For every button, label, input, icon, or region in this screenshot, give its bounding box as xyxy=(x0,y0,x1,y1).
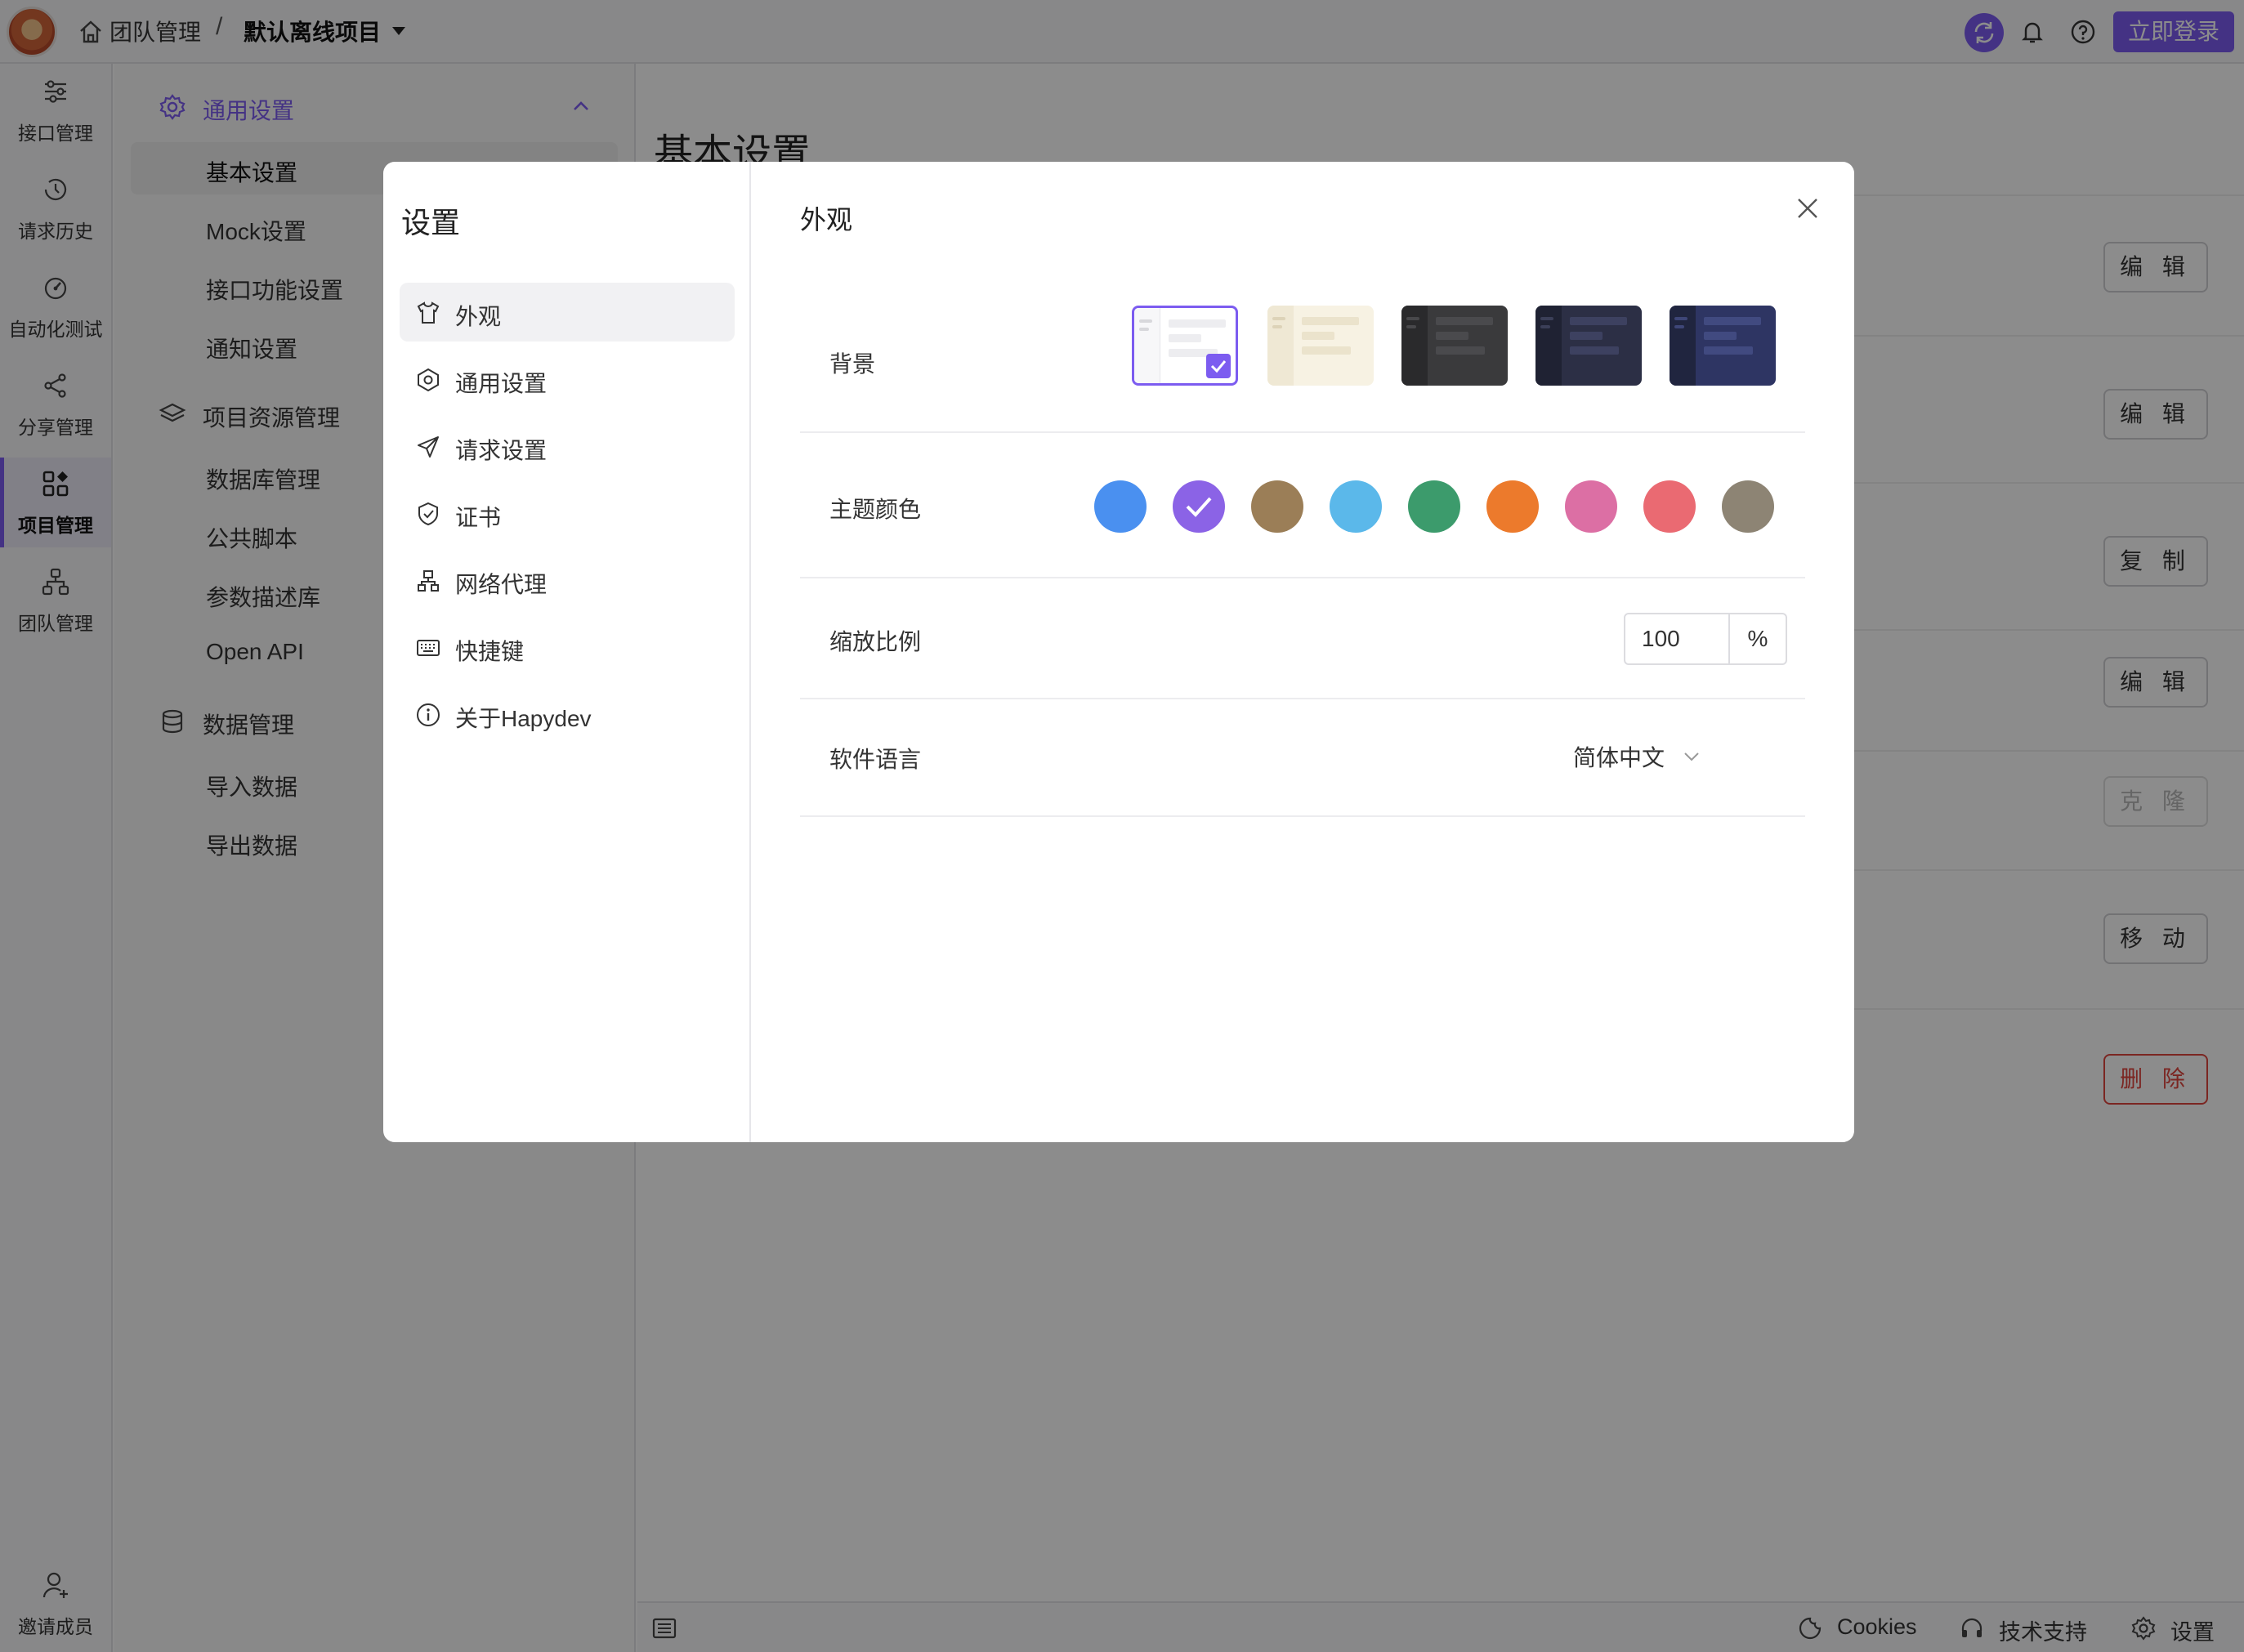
theme-color-option[interactable] xyxy=(1094,480,1147,533)
menu-item-about[interactable]: 关于Hapydev xyxy=(400,685,735,743)
settings-dialog: 设置 外观 通用设置 请求设置 证书 网络代理 快捷键 关于Hapydev 外观… xyxy=(383,162,1854,1142)
menu-label: 通用设置 xyxy=(455,371,548,396)
menu-label: 证书 xyxy=(455,505,502,530)
language-value: 简体中文 xyxy=(1573,745,1665,770)
check-icon xyxy=(1186,497,1212,517)
send-icon xyxy=(416,435,440,459)
menu-item-proxy[interactable]: 网络代理 xyxy=(400,551,735,609)
zoom-input-group: 100 % xyxy=(1624,613,1787,665)
settings-menu: 设置 外观 通用设置 请求设置 证书 网络代理 快捷键 关于Hapydev xyxy=(383,162,751,1142)
background-label: 背景 xyxy=(829,351,876,377)
menu-label: 快捷键 xyxy=(455,639,525,664)
zoom-input[interactable]: 100 xyxy=(1625,614,1728,663)
menu-label: 外观 xyxy=(455,304,502,329)
menu-item-general[interactable]: 通用设置 xyxy=(400,350,735,409)
menu-label: 请求设置 xyxy=(455,438,548,463)
theme-color-option[interactable] xyxy=(1486,480,1539,533)
section-title: 外观 xyxy=(800,205,853,234)
zoom-label: 缩放比例 xyxy=(829,629,922,654)
background-option-light[interactable] xyxy=(1132,306,1238,386)
menu-item-request[interactable]: 请求设置 xyxy=(400,417,735,476)
info-icon xyxy=(416,703,440,727)
theme-color-option[interactable] xyxy=(1251,480,1303,533)
theme-color-option[interactable] xyxy=(1408,480,1460,533)
background-option-cream[interactable] xyxy=(1267,306,1374,386)
theme-color-option[interactable] xyxy=(1173,480,1225,533)
background-option-dark[interactable] xyxy=(1401,306,1508,386)
dialog-title: 设置 xyxy=(401,206,461,239)
keyboard-icon xyxy=(416,636,440,660)
language-label: 软件语言 xyxy=(829,747,922,772)
shirt-icon xyxy=(416,301,440,325)
menu-item-certificate[interactable]: 证书 xyxy=(400,484,735,542)
appearance-panel: 外观 背景 主题颜色 缩放比例 100 % 软件语言 简体中文 xyxy=(751,162,1854,1142)
menu-item-shortcuts[interactable]: 快捷键 xyxy=(400,618,735,676)
menu-item-appearance[interactable]: 外观 xyxy=(400,283,735,342)
menu-label: 网络代理 xyxy=(455,572,548,597)
close-icon[interactable] xyxy=(1794,194,1822,222)
theme-color-option[interactable] xyxy=(1565,480,1617,533)
check-icon xyxy=(1206,354,1231,378)
theme-color-option[interactable] xyxy=(1330,480,1382,533)
theme-color-option[interactable] xyxy=(1722,480,1774,533)
background-option-indigo[interactable] xyxy=(1670,306,1776,386)
menu-label: 关于Hapydev xyxy=(455,706,592,731)
theme-color-option[interactable] xyxy=(1643,480,1696,533)
background-option-navy[interactable] xyxy=(1535,306,1642,386)
shield-check-icon xyxy=(416,502,440,526)
language-select[interactable]: 简体中文 xyxy=(1573,739,1704,775)
network-icon xyxy=(416,569,440,593)
chevron-down-icon xyxy=(1683,750,1701,763)
hexagon-gear-icon xyxy=(416,368,440,392)
zoom-unit: % xyxy=(1728,614,1786,663)
theme-color-label: 主题颜色 xyxy=(829,497,922,522)
